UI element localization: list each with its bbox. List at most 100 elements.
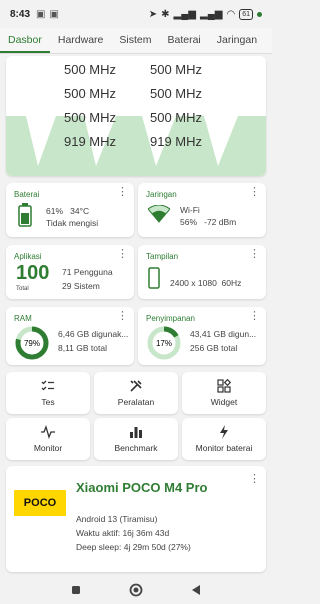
widget-label: Widget	[210, 397, 238, 407]
apps-card[interactable]: Aplikasi ⋮ 100 Total 71 Pengguna 29 Sist…	[6, 245, 134, 299]
status-bar: 8:43 ▣ ▣ ➤ ✱ ▂▄▆ ▂▄▆ ◠ 61	[0, 0, 272, 28]
bluetooth-icon: ✱	[161, 8, 170, 20]
battery-title: Baterai	[14, 190, 40, 199]
battery-card[interactable]: Baterai ⋮ 61% 34°C Tidak mengisi	[6, 183, 134, 237]
home-icon[interactable]	[129, 583, 143, 597]
benchmark-button[interactable]: Benchmark	[94, 418, 178, 460]
battery-monitor-button[interactable]: Monitor baterai	[182, 418, 266, 460]
system-nav-bar	[0, 576, 272, 604]
uptime: Waktu aktif: 16j 36m 43d	[76, 528, 170, 538]
more-icon[interactable]: ⋮	[117, 249, 128, 260]
deep-sleep: Deep sleep: 4j 29m 50d (27%)	[76, 542, 191, 552]
storage-percent: 17%	[156, 339, 172, 348]
more-icon[interactable]: ⋮	[249, 474, 260, 485]
more-icon[interactable]: ⋮	[117, 311, 128, 322]
signal-icon: ▂▄▆	[173, 8, 196, 20]
storage-card[interactable]: Penyimpanan ⋮ 17% 43,41 GB digun... 256 …	[138, 307, 266, 365]
network-dbm: -72 dBm	[204, 217, 237, 227]
apps-system-count: 29 Sistem	[62, 281, 100, 291]
phone-icon	[148, 267, 160, 289]
battery-icon	[18, 203, 32, 227]
storage-total: 256 GB total	[190, 343, 238, 353]
benchmark-label: Benchmark	[114, 443, 158, 453]
ram-title: RAM	[14, 314, 32, 323]
tab-sistem[interactable]: Sistem	[111, 28, 159, 53]
more-icon[interactable]: ⋮	[249, 249, 260, 260]
ram-percent: 79%	[24, 339, 40, 348]
tab-jaringan[interactable]: Jaringan	[209, 28, 265, 53]
recents-icon[interactable]	[71, 585, 81, 595]
cpu-core-frequency: 500 MHz	[150, 110, 203, 125]
battery-status: Tidak mengisi	[46, 218, 99, 228]
checklist-icon	[41, 380, 54, 391]
tab-baterai[interactable]: Baterai	[159, 28, 208, 53]
cpu-core-frequency: 500 MHz	[64, 86, 117, 101]
signal-icon: ▂▄▆	[200, 8, 223, 20]
apps-user-count: 71 Pengguna	[62, 267, 113, 277]
ram-card[interactable]: RAM ⋮ 79% 6,46 GB digunak... 8,11 GB tot…	[6, 307, 134, 365]
android-version: Android 13 (Tiramisu)	[76, 514, 158, 524]
cpu-core-frequency: 500 MHz	[150, 86, 203, 101]
lightning-icon	[220, 425, 228, 439]
wifi-signal-icon	[148, 205, 170, 223]
status-time: 8:43	[10, 8, 31, 20]
storage-usage-ring: 17%	[147, 326, 181, 360]
cpu-core-frequency: 500 MHz	[64, 62, 117, 77]
battery-percent: 61%	[46, 206, 64, 216]
tab-dasbor[interactable]: Dasbor	[0, 28, 50, 53]
cpu-core-frequency: 919 MHz	[150, 134, 203, 149]
wifi-icon: ◠	[226, 8, 236, 20]
monitor-label: Monitor	[33, 443, 63, 453]
battery-temperature: 34°C	[70, 206, 90, 216]
poco-logo: POCO	[14, 490, 66, 516]
cpu-core-frequency: 919 MHz	[64, 134, 117, 149]
app-notification-icon: ▣	[49, 8, 59, 20]
tab-hardware[interactable]: Hardware	[50, 28, 112, 53]
cpu-frequency-list: 500 MHz 500 MHz 500 MHz 500 MHz 500 MHz …	[6, 62, 266, 149]
network-card[interactable]: Jaringan ⋮ Wi-Fi 56% -72 dBm	[138, 183, 266, 237]
back-icon[interactable]	[191, 584, 201, 596]
ram-total: 8,11 GB total	[58, 343, 107, 353]
tab-bar: Dasbor Hardware Sistem Baterai Jaringan …	[0, 28, 272, 54]
tools-label: Peralatan	[117, 397, 155, 407]
tools-button[interactable]: Peralatan	[94, 372, 178, 414]
storage-title: Penyimpanan	[146, 314, 195, 323]
apps-total: 100	[16, 262, 50, 284]
cpu-core-frequency: 500 MHz	[64, 110, 117, 125]
display-title: Tampilan	[146, 252, 179, 261]
tab-more[interactable]: A	[265, 28, 272, 53]
battery-monitor-label: Monitor baterai	[195, 443, 253, 453]
apps-total-label: Total	[16, 286, 29, 292]
bar-chart-icon	[130, 427, 142, 438]
apps-title: Aplikasi	[14, 252, 42, 261]
cpu-core-frequency: 500 MHz	[150, 62, 203, 77]
device-card[interactable]: POCO ⋮ Xiaomi POCO M4 Pro Android 13 (Ti…	[6, 466, 266, 572]
network-title: Jaringan	[146, 190, 177, 199]
pulse-icon	[41, 425, 55, 439]
network-signal: 56%	[180, 217, 198, 227]
widget-icon	[217, 379, 231, 393]
device-name: Xiaomi POCO M4 Pro	[76, 480, 208, 495]
app-notification-icon: ▣	[36, 8, 46, 20]
more-icon[interactable]: ⋮	[117, 187, 128, 198]
network-type: Wi-Fi	[180, 205, 200, 215]
monitor-button[interactable]: Monitor	[6, 418, 90, 460]
display-resolution: 2400 x 1080	[170, 278, 217, 288]
display-refresh: 60Hz	[221, 278, 242, 288]
battery-badge: 61	[239, 8, 253, 20]
cpu-card[interactable]: 500 MHz 500 MHz 500 MHz 500 MHz 500 MHz …	[6, 56, 266, 176]
notification-icons: ▣ ▣	[36, 9, 59, 20]
more-icon[interactable]: ⋮	[249, 311, 260, 322]
tools-icon	[130, 380, 142, 392]
storage-used: 43,41 GB digun...	[190, 329, 257, 339]
tests-label: Tes	[41, 397, 55, 407]
display-card[interactable]: Tampilan ⋮ 2400 x 1080 60Hz	[138, 245, 266, 299]
tests-button[interactable]: Tes	[6, 372, 90, 414]
ram-used: 6,46 GB digunak...	[58, 329, 129, 339]
privacy-dot	[257, 11, 262, 17]
location-icon: ➤	[148, 8, 158, 20]
status-right: ➤ ✱ ▂▄▆ ▂▄▆ ◠ 61	[148, 8, 262, 20]
ram-usage-ring: 79%	[15, 326, 49, 360]
widget-button[interactable]: Widget	[182, 372, 266, 414]
more-icon[interactable]: ⋮	[249, 187, 260, 198]
